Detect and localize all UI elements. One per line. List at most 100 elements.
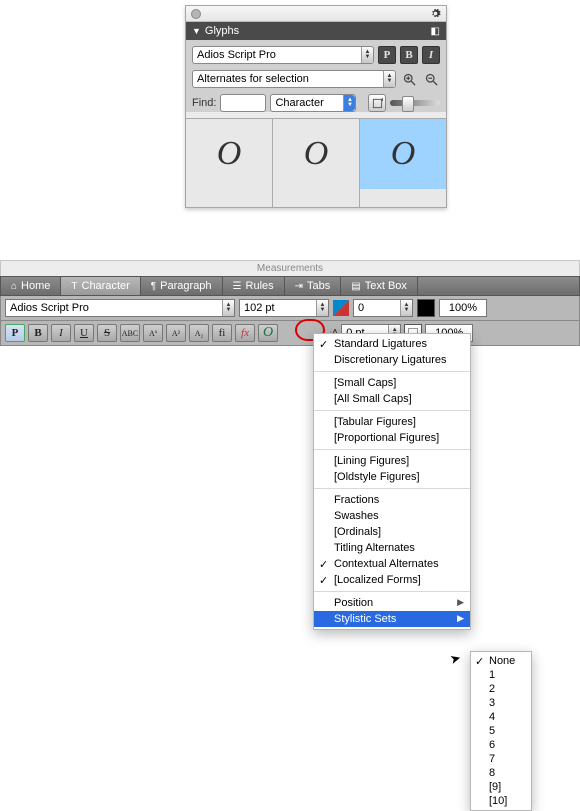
home-icon: ⌂: [11, 281, 17, 292]
menu-item[interactable]: Position: [314, 595, 470, 611]
menu-item[interactable]: [Oldstyle Figures]: [314, 469, 470, 485]
bold-button[interactable]: B: [28, 324, 48, 342]
panel-title: Glyphs: [205, 25, 239, 37]
tab-paragraph[interactable]: ¶Paragraph: [141, 277, 223, 295]
menu-item[interactable]: [Localized Forms]: [314, 572, 470, 588]
tabs-icon: ⇥: [295, 281, 303, 292]
size-field[interactable]: 102 pt▲▼: [239, 299, 329, 317]
opentype-button[interactable]: O: [258, 324, 278, 342]
submenu-item[interactable]: 3: [471, 696, 531, 710]
panel-titlebar[interactable]: [186, 6, 446, 22]
glyph-cell-selected[interactable]: O: [360, 119, 446, 189]
submenu-item[interactable]: None: [471, 654, 531, 668]
tab-home[interactable]: ⌂Home: [1, 277, 61, 295]
glyph-cell[interactable]: O: [186, 119, 273, 189]
underline-button[interactable]: U: [74, 324, 94, 342]
menu-item[interactable]: [Lining Figures]: [314, 453, 470, 469]
menu-item[interactable]: Fractions: [314, 492, 470, 508]
stepper-icon: ▲▼: [222, 300, 234, 316]
favorites-button[interactable]: [368, 94, 386, 112]
submenu-item[interactable]: [9]: [471, 780, 531, 794]
stepper-icon: ▲▼: [400, 300, 412, 316]
menu-item[interactable]: [Small Caps]: [314, 375, 470, 391]
para-icon: ¶: [151, 281, 156, 292]
tab-textbox[interactable]: ▤Text Box: [341, 277, 418, 295]
palette-title: Measurements: [0, 260, 580, 276]
find-mode-value: Character: [275, 97, 323, 109]
zoom-in-icon[interactable]: [400, 70, 418, 88]
menu-item[interactable]: Standard Ligatures: [314, 336, 470, 352]
cursor-icon: ➤: [448, 650, 463, 668]
allcaps-button[interactable]: ABC: [120, 324, 140, 342]
menu-item[interactable]: [Proportional Figures]: [314, 430, 470, 446]
menu-item[interactable]: [Ordinals]: [314, 524, 470, 540]
menu-item[interactable]: [All Small Caps]: [314, 391, 470, 407]
plain-style-button[interactable]: P: [378, 46, 396, 64]
menu-item[interactable]: Discretionary Ligatures: [314, 352, 470, 368]
font-family-value: Adios Script Pro: [197, 49, 276, 61]
tab-bar: ⌂Home TCharacter ¶Paragraph ☰Rules ⇥Tabs…: [0, 276, 580, 296]
superscript-button[interactable]: A²: [166, 324, 186, 342]
fx-button[interactable]: fx: [235, 324, 255, 342]
stylistic-sets-submenu[interactable]: None12345678[9][10]: [470, 651, 532, 811]
subset-value: Alternates for selection: [197, 73, 309, 85]
glyph-cell[interactable]: [186, 189, 273, 207]
menu-item[interactable]: Swashes: [314, 508, 470, 524]
submenu-item[interactable]: 7: [471, 752, 531, 766]
cell-size-slider[interactable]: [390, 100, 440, 106]
rules-icon: ☰: [233, 281, 242, 292]
tab-rules[interactable]: ☰Rules: [223, 277, 285, 295]
glyph-cell[interactable]: O: [273, 119, 360, 189]
glyph-grid: O O O: [186, 118, 446, 189]
menu-item[interactable]: Stylistic Sets: [314, 611, 470, 627]
submenu-item[interactable]: [10]: [471, 794, 531, 808]
color-shade-field[interactable]: 100%: [439, 299, 487, 317]
ligatures-button[interactable]: fi: [212, 324, 232, 342]
stepper-icon: ▲▼: [316, 300, 328, 316]
color-well[interactable]: [417, 299, 435, 317]
plain-button[interactable]: P: [5, 324, 25, 342]
controls-row-1: Adios Script Pro▲▼ 102 pt▲▼ 0▲▼ 100%: [0, 296, 580, 321]
popup-arrow-icon: ▲▼: [343, 95, 355, 111]
panel-body: Adios Script Pro ▲▼ P B I Alternates for…: [186, 40, 446, 112]
zoom-out-icon[interactable]: [422, 70, 440, 88]
find-mode-select[interactable]: Character ▲▼: [270, 94, 356, 112]
stepper-icon: ▲▼: [383, 71, 395, 87]
submenu-item[interactable]: 5: [471, 724, 531, 738]
submenu-item[interactable]: 1: [471, 668, 531, 682]
glyphs-panel: ▼ Glyphs ◧ Adios Script Pro ▲▼ P B I Alte…: [185, 5, 447, 208]
find-input[interactable]: [220, 94, 266, 112]
tracking-field[interactable]: 0▲▼: [353, 299, 413, 317]
font-field[interactable]: Adios Script Pro▲▼: [5, 299, 235, 317]
submenu-item[interactable]: 6: [471, 738, 531, 752]
opentype-menu[interactable]: Standard LigaturesDiscretionary Ligature…: [313, 333, 471, 630]
subscript-button[interactable]: A₂: [189, 324, 209, 342]
disclosure-triangle-icon[interactable]: ▼: [192, 26, 201, 36]
stepper-icon: ▲▼: [361, 47, 373, 63]
panel-header: ▼ Glyphs ◧: [186, 22, 446, 40]
strikethrough-button[interactable]: S: [97, 324, 117, 342]
gear-icon[interactable]: [430, 8, 441, 19]
menu-item[interactable]: Titling Alternates: [314, 540, 470, 556]
bold-style-button[interactable]: B: [400, 46, 418, 64]
submenu-item[interactable]: 4: [471, 710, 531, 724]
glyph-cell[interactable]: [273, 189, 360, 207]
textbox-icon: ▤: [351, 281, 360, 292]
font-family-select[interactable]: Adios Script Pro ▲▼: [192, 46, 374, 64]
smallcaps-button[interactable]: Aª: [143, 324, 163, 342]
italic-button[interactable]: I: [51, 324, 71, 342]
submenu-item[interactable]: 8: [471, 766, 531, 780]
find-label: Find:: [192, 97, 216, 109]
glyph-cell[interactable]: [360, 189, 446, 207]
tab-tabs[interactable]: ⇥Tabs: [285, 277, 342, 295]
close-icon[interactable]: [191, 9, 201, 19]
tab-character[interactable]: TCharacter: [61, 277, 140, 295]
color-swatch-icon[interactable]: [333, 300, 349, 316]
submenu-item[interactable]: 2: [471, 682, 531, 696]
menu-item[interactable]: Contextual Alternates: [314, 556, 470, 572]
italic-style-button[interactable]: I: [422, 46, 440, 64]
menu-item[interactable]: [Tabular Figures]: [314, 414, 470, 430]
dock-icon[interactable]: ◧: [431, 26, 440, 37]
subset-select[interactable]: Alternates for selection ▲▼: [192, 70, 396, 88]
controls-row-2: P B I U S ABC Aª A² A₂ fi fx O ᵢA 0 pt▲▼…: [0, 321, 580, 346]
